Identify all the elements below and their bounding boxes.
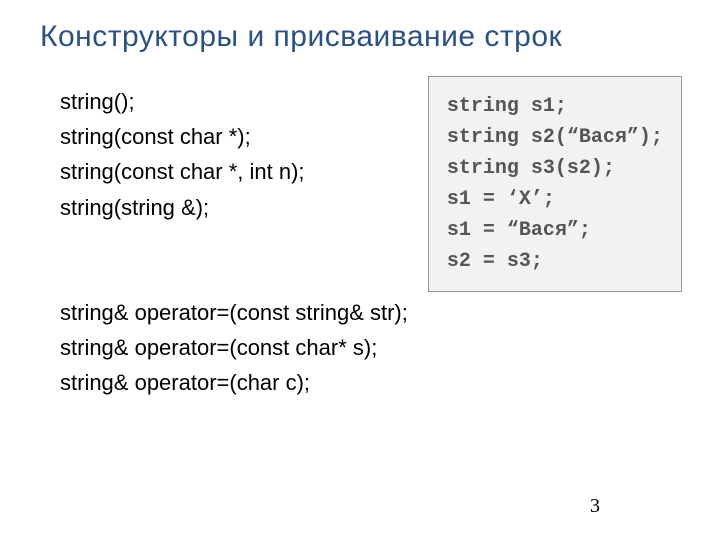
page-number: 3 bbox=[590, 495, 600, 518]
code-line: string s2(“Вася”); bbox=[447, 122, 663, 153]
code-line: s1 = “Вася”; bbox=[447, 215, 663, 246]
code-example-box: string s1; string s2(“Вася”); string s3(… bbox=[428, 76, 682, 292]
signature-line: string(); bbox=[60, 84, 408, 119]
spacer bbox=[60, 225, 408, 295]
code-line: s2 = s3; bbox=[447, 246, 663, 277]
code-line: s1 = ‘X’; bbox=[447, 184, 663, 215]
signatures-column: string(); string(const char *); string(c… bbox=[40, 84, 408, 400]
signature-line: string& operator=(const char* s); bbox=[60, 330, 408, 365]
signature-line: string(const char *, int n); bbox=[60, 154, 408, 189]
slide-title: Конструкторы и присваивание строк bbox=[40, 20, 680, 54]
slide: Конструкторы и присваивание строк string… bbox=[0, 0, 720, 540]
code-line: string s3(s2); bbox=[447, 153, 663, 184]
signature-line: string& operator=(char c); bbox=[60, 365, 408, 400]
signature-line: string(const char *); bbox=[60, 119, 408, 154]
signature-line: string(string &); bbox=[60, 190, 408, 225]
signature-line: string& operator=(const string& str); bbox=[60, 295, 408, 330]
content-row: string(); string(const char *); string(c… bbox=[40, 84, 680, 400]
code-line: string s1; bbox=[447, 91, 663, 122]
